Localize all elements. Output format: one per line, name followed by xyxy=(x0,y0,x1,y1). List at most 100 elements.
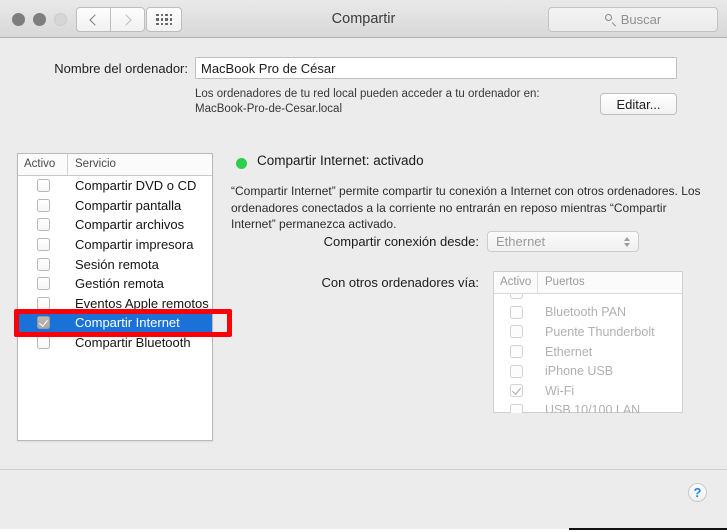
service-row[interactable]: Compartir archivos xyxy=(18,215,212,235)
service-label: Gestión remota xyxy=(75,276,164,292)
grid-view-icon xyxy=(156,13,172,26)
edit-button[interactable]: Editar... xyxy=(600,93,677,115)
service-active-checkbox[interactable] xyxy=(36,277,50,291)
service-checkbox-cell xyxy=(18,218,68,232)
ports-list-header: Activo Puertos xyxy=(494,272,682,294)
port-active-checkbox[interactable] xyxy=(509,325,523,339)
service-row[interactable]: Compartir DVD o CD xyxy=(18,176,212,196)
ports-row[interactable]: USB 10/100 LAN xyxy=(494,401,682,413)
computer-name-label: Nombre del ordenador: xyxy=(54,61,188,76)
ports-list: Activo Puertos Bluetooth PAN Puente Thund… xyxy=(493,271,683,413)
service-active-checkbox[interactable] xyxy=(36,296,50,310)
show-all-button[interactable] xyxy=(146,7,182,32)
service-row[interactable]: Compartir Bluetooth xyxy=(18,333,212,353)
search-placeholder: Buscar xyxy=(620,12,662,27)
forward-button[interactable] xyxy=(110,7,145,32)
service-checkbox-cell xyxy=(18,316,68,330)
services-list-header: Activo Servicio xyxy=(18,154,212,176)
close-button[interactable] xyxy=(12,13,25,26)
service-label: Compartir pantalla xyxy=(75,197,182,213)
services-list: Activo Servicio Compartir DVD o CD Compar… xyxy=(17,153,213,441)
service-checkbox-cell xyxy=(18,198,68,212)
service-row[interactable]: Compartir impresora xyxy=(18,235,212,255)
minimize-button[interactable] xyxy=(33,13,46,26)
port-label: iPhone USB xyxy=(545,364,614,379)
zoom-button[interactable] xyxy=(54,13,67,26)
service-checkbox-cell xyxy=(18,336,68,350)
navigation-buttons xyxy=(76,7,145,32)
service-label: Compartir archivos xyxy=(75,217,185,233)
port-active-checkbox[interactable] xyxy=(509,294,523,300)
port-label: Wi-Fi xyxy=(545,383,575,398)
search-input[interactable]: Buscar xyxy=(548,7,718,32)
port-label: Bluetooth PAN xyxy=(545,305,627,320)
window-footer: ? xyxy=(0,470,727,532)
services-list-body[interactable]: Compartir DVD o CD Compartir pantalla Comp… xyxy=(18,176,212,440)
status-badge: Compartir Internet: activado xyxy=(257,153,424,168)
help-button[interactable]: ? xyxy=(688,483,707,502)
status-indicator-icon xyxy=(236,158,247,169)
port-active-checkbox[interactable] xyxy=(509,305,523,319)
ports-row[interactable]: iPhone USB xyxy=(494,361,682,381)
port-checkbox-cell xyxy=(494,364,538,378)
column-header-ports: Puertos xyxy=(545,276,585,288)
service-checkbox-cell xyxy=(18,238,68,252)
port-checkbox-cell xyxy=(494,345,538,359)
ports-row[interactable]: Puente Thunderbolt xyxy=(494,322,682,342)
port-active-checkbox[interactable] xyxy=(509,403,523,413)
port-checkbox-cell xyxy=(494,325,538,339)
service-active-checkbox[interactable] xyxy=(36,316,50,330)
computer-name-hint-line2: MacBook-Pro-de-Cesar.local xyxy=(195,102,343,115)
ports-row-clipped[interactable] xyxy=(494,294,682,303)
service-active-checkbox[interactable] xyxy=(36,218,50,232)
service-active-checkbox[interactable] xyxy=(36,257,50,271)
share-connection-from-value: Ethernet xyxy=(496,234,546,249)
port-checkbox-cell xyxy=(494,403,538,413)
service-label: Eventos Apple remotos xyxy=(75,295,209,311)
service-detail-pane: Compartir Internet: activado “Compartir … xyxy=(231,153,713,413)
chevron-right-icon xyxy=(120,13,132,26)
port-checkbox-cell xyxy=(494,384,538,398)
service-description: “Compartir Internet” permite compartir t… xyxy=(231,184,701,231)
port-active-checkbox[interactable] xyxy=(509,345,523,359)
ports-row[interactable]: Bluetooth PAN xyxy=(494,303,682,323)
service-checkbox-cell xyxy=(18,296,68,310)
status-line: Compartir Internet: activado xyxy=(231,153,713,173)
port-checkbox-cell xyxy=(494,294,538,300)
service-checkbox-cell xyxy=(18,257,68,271)
port-active-checkbox[interactable] xyxy=(509,364,523,378)
service-label: Compartir Internet xyxy=(75,315,180,331)
service-label: Compartir impresora xyxy=(75,237,194,253)
column-header-active: Activo xyxy=(18,154,68,175)
service-row[interactable]: Compartir pantalla xyxy=(18,196,212,216)
column-header-service: Servicio xyxy=(75,158,116,170)
computer-name-input[interactable] xyxy=(195,57,677,79)
service-row[interactable]: Gestión remota xyxy=(18,274,212,294)
ports-list-body[interactable]: Bluetooth PAN Puente Thunderbolt Ethernet i… xyxy=(494,294,682,413)
share-connection-from-select[interactable]: Ethernet xyxy=(487,231,639,252)
service-checkbox-cell xyxy=(18,277,68,291)
port-label: Puente Thunderbolt xyxy=(545,324,655,339)
back-button[interactable] xyxy=(76,7,110,32)
computer-name-hint-line1: Los ordenadores de tu red local pueden a… xyxy=(195,88,540,100)
service-row[interactable]: Compartir Internet xyxy=(18,313,212,333)
chevron-updown-icon xyxy=(624,236,630,247)
column-header-port-active: Activo xyxy=(494,272,538,293)
port-label: Ethernet xyxy=(545,344,593,359)
window-titlebar: Compartir Buscar xyxy=(0,0,727,38)
service-checkbox-cell xyxy=(18,179,68,193)
ports-row[interactable]: Ethernet xyxy=(494,342,682,362)
ports-row[interactable]: Wi-Fi xyxy=(494,381,682,401)
service-label: Compartir DVD o CD xyxy=(75,178,197,194)
service-row[interactable]: Eventos Apple remotos xyxy=(18,294,212,314)
service-active-checkbox[interactable] xyxy=(36,198,50,212)
service-active-checkbox[interactable] xyxy=(36,336,50,350)
service-label: Compartir Bluetooth xyxy=(75,335,191,351)
service-active-checkbox[interactable] xyxy=(36,179,50,193)
share-via-label: Con otros ordenadores vía: xyxy=(321,275,479,290)
share-connection-from-label: Compartir conexión desde: xyxy=(323,234,479,249)
service-active-checkbox[interactable] xyxy=(36,238,50,252)
service-label: Sesión remota xyxy=(75,256,159,272)
service-row[interactable]: Sesión remota xyxy=(18,254,212,274)
port-active-checkbox[interactable] xyxy=(509,384,523,398)
